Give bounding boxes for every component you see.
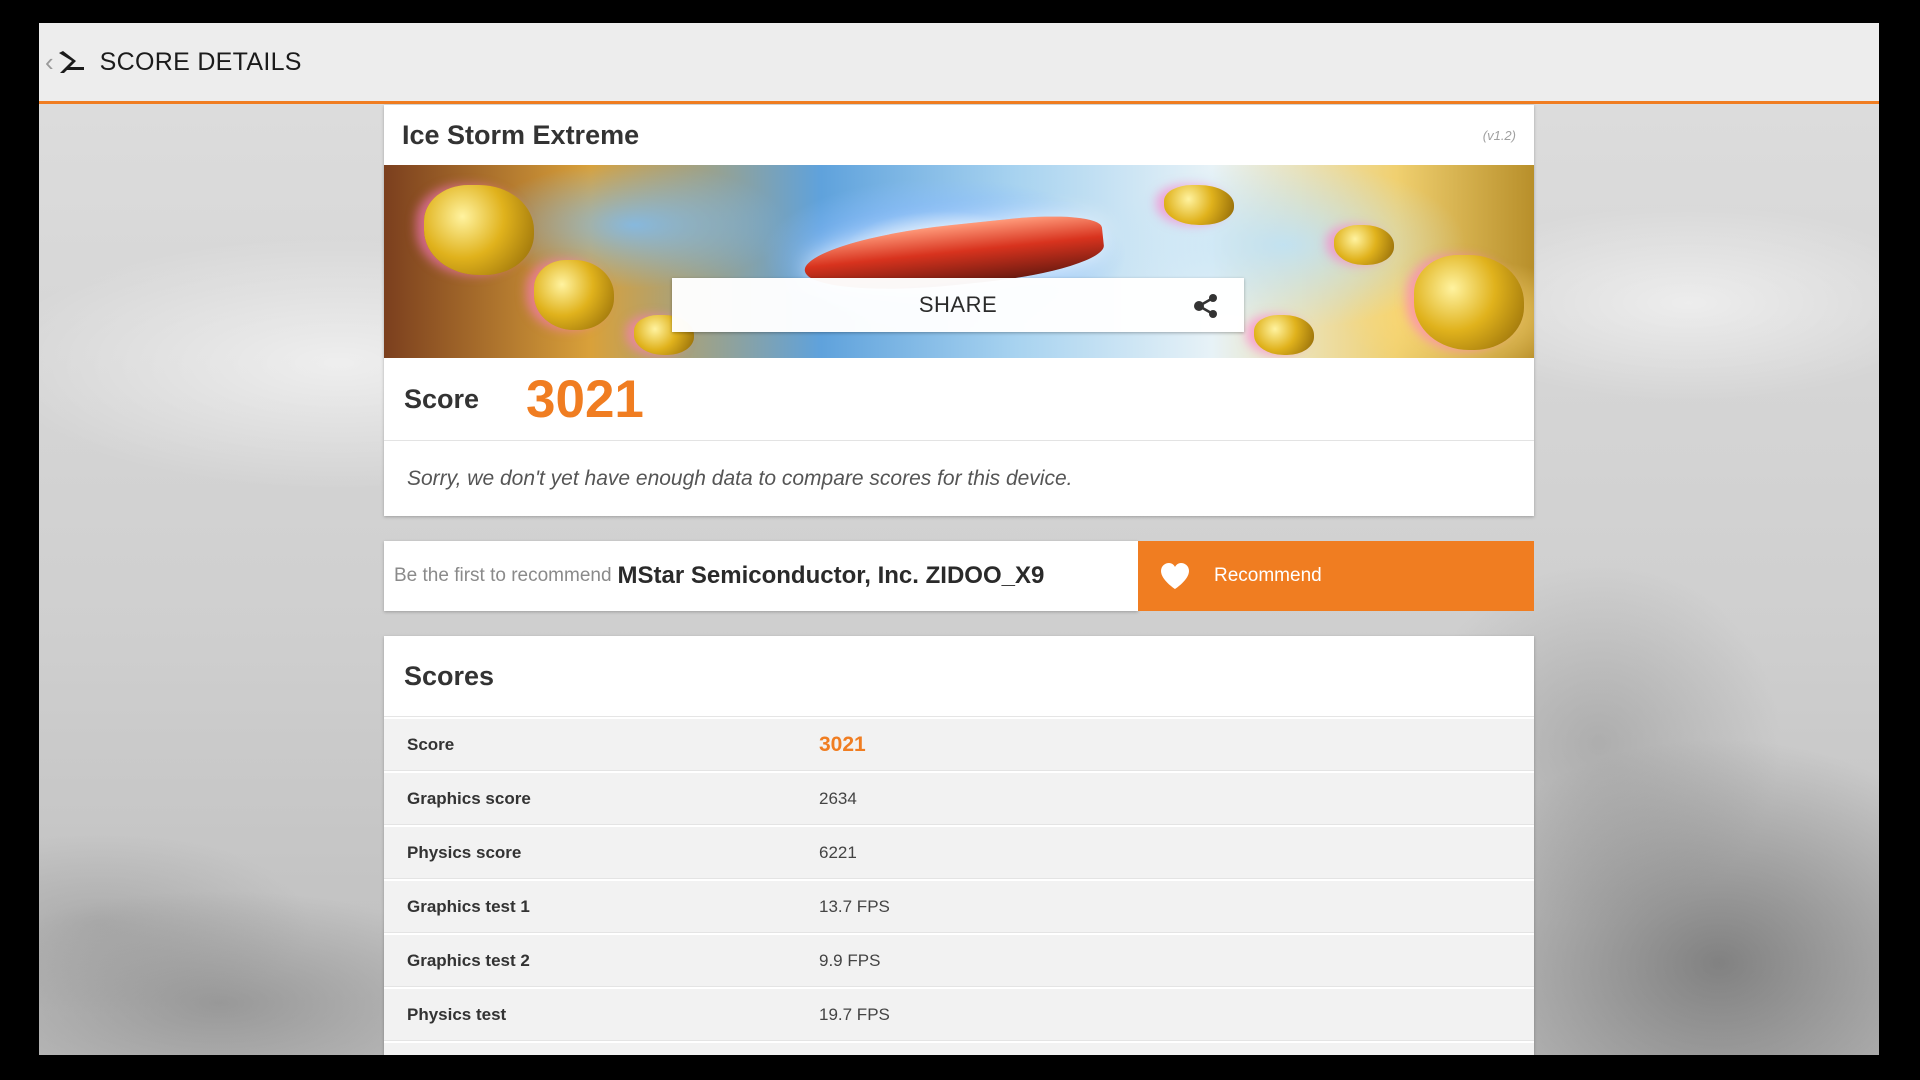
heart-icon: [1161, 563, 1189, 589]
app-screen: ‹ SCORE DETAILS Ice Storm Extreme (v1.2): [39, 23, 1879, 1055]
score-item-partial: [384, 1043, 1534, 1055]
score-item-value: 19.7 FPS: [819, 1004, 890, 1024]
score-item-name: Graphics test 1: [407, 896, 530, 916]
banner-ship: [424, 185, 534, 275]
share-icon: [1194, 294, 1217, 318]
3dmark-logo-icon[interactable]: [56, 47, 86, 77]
score-item-name: Physics test: [407, 1004, 507, 1024]
score-value: 3021: [526, 369, 644, 429]
share-label: SHARE: [918, 292, 998, 317]
score-item-name: Graphics score: [407, 788, 531, 808]
score-item-value: 13.7 FPS: [819, 896, 890, 916]
score-item: Graphics test 2 9.9 FPS: [384, 935, 1534, 987]
scores-title: Scores: [384, 636, 1534, 717]
score-item: Physics score 6221: [384, 827, 1534, 879]
banner-ship: [1254, 315, 1314, 355]
test-name: Ice Storm Extreme: [402, 119, 640, 150]
score-item: Score 3021: [384, 719, 1534, 771]
share-button[interactable]: SHARE: [672, 278, 1244, 332]
test-result-card: Ice Storm Extreme (v1.2) SHARE Score 302…: [384, 105, 1534, 516]
recommend-button[interactable]: Recommend: [1138, 541, 1534, 611]
banner-ship: [1164, 185, 1234, 225]
score-item-name: Graphics test 2: [407, 950, 530, 970]
score-item-name: Physics score: [407, 842, 522, 862]
score-item-name: Score: [407, 734, 455, 754]
recommend-row: Be the first to recommend MStar Semicond…: [384, 541, 1534, 611]
recommend-prompt: Be the first to recommend: [394, 565, 612, 586]
score-item-value: 6221: [819, 842, 857, 862]
recommend-text-panel: Be the first to recommend MStar Semicond…: [384, 541, 1138, 611]
score-item: Physics test 19.7 FPS: [384, 989, 1534, 1041]
page-title: SCORE DETAILS: [99, 47, 302, 76]
score-label: Score: [404, 383, 480, 414]
banner-ship: [1414, 255, 1524, 350]
score-row: Score 3021: [384, 358, 1534, 441]
score-item: Graphics score 2634: [384, 773, 1534, 825]
device-name: MStar Semiconductor, Inc. ZIDOO_X9: [617, 562, 1045, 589]
scores-card: Scores Score 3021 Graphics score 2634 Ph…: [384, 636, 1534, 1055]
banner-ship: [534, 260, 614, 330]
test-banner-image: SHARE: [384, 165, 1534, 358]
compare-note: Sorry, we don't yet have enough data to …: [407, 466, 1073, 490]
content-column: Ice Storm Extreme (v1.2) SHARE Score 302…: [384, 105, 1534, 1055]
back-chevron-icon[interactable]: ‹: [45, 49, 54, 75]
score-item-value: 3021: [819, 732, 866, 756]
test-version: (v1.2): [1482, 127, 1516, 143]
score-item: Graphics test 1 13.7 FPS: [384, 881, 1534, 933]
test-header: Ice Storm Extreme (v1.2): [384, 105, 1534, 165]
top-bar: ‹ SCORE DETAILS: [39, 23, 1879, 104]
score-item-value: 9.9 FPS: [819, 950, 881, 970]
score-item-value: 2634: [819, 788, 857, 808]
banner-ship: [1334, 225, 1394, 265]
recommend-label: Recommend: [1214, 565, 1322, 586]
